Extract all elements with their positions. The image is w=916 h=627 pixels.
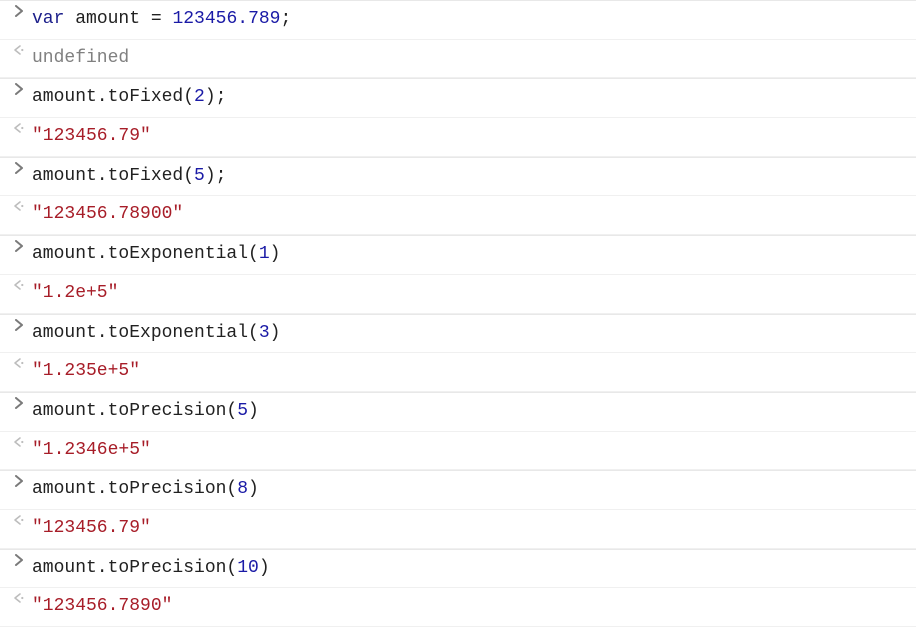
input-prompt-icon xyxy=(6,395,32,409)
code-token: ) xyxy=(248,479,259,499)
code-token: undefined xyxy=(32,48,129,68)
console-output-row: undefined xyxy=(0,40,916,79)
console-output-value: "1.235e+5" xyxy=(32,355,910,389)
console-input-code[interactable]: amount.toFixed(5); xyxy=(32,160,910,194)
code-token: ) xyxy=(248,401,259,421)
console-input-row[interactable]: amount.toPrecision(10) xyxy=(0,549,916,589)
console-input-row[interactable]: amount.toExponential(1) xyxy=(0,235,916,275)
code-token: 5 xyxy=(194,166,205,186)
code-token: ); xyxy=(205,166,227,186)
output-result-icon xyxy=(6,512,32,526)
console-output-row: "1.235e+5" xyxy=(0,353,916,392)
console-output-row: "1.2346e+5" xyxy=(0,432,916,471)
console-input-code[interactable]: amount.toExponential(1) xyxy=(32,238,910,272)
console-input-row[interactable]: amount.toPrecision(8) xyxy=(0,470,916,510)
output-result-icon xyxy=(6,277,32,291)
input-prompt-icon xyxy=(6,160,32,174)
code-token: amount.toFixed( xyxy=(32,87,194,107)
output-result-icon xyxy=(6,355,32,369)
console-output-value: undefined xyxy=(32,42,910,76)
console-output-row: "123456.79" xyxy=(0,118,916,157)
input-prompt-icon xyxy=(6,81,32,95)
code-token: ) xyxy=(259,558,270,578)
code-token: 5 xyxy=(237,401,248,421)
code-token: "1.2346e+5" xyxy=(32,440,151,460)
code-token: = xyxy=(151,9,173,29)
code-token: 2 xyxy=(194,87,205,107)
input-prompt-icon xyxy=(6,238,32,252)
output-result-icon xyxy=(6,198,32,212)
code-token: 3 xyxy=(259,323,270,343)
code-token: amount.toPrecision( xyxy=(32,401,237,421)
input-prompt-icon xyxy=(6,3,32,17)
console-output-row: "1.2e+5" xyxy=(0,275,916,314)
console-output-value: "1.2e+5" xyxy=(32,277,910,311)
code-token: "123456.79" xyxy=(32,126,151,146)
code-token: "123456.79" xyxy=(32,518,151,538)
console-input-code[interactable]: amount.toExponential(3) xyxy=(32,317,910,351)
console-output-value: "1.2346e+5" xyxy=(32,434,910,468)
console-input-row[interactable]: amount.toFixed(5); xyxy=(0,157,916,197)
code-token: "1.2e+5" xyxy=(32,283,118,303)
code-token: amount.toExponential( xyxy=(32,244,259,264)
console-output-row: "123456.7890" xyxy=(0,588,916,627)
console-input-code[interactable]: amount.toPrecision(8) xyxy=(32,473,910,507)
code-token: ; xyxy=(280,9,291,29)
input-prompt-icon xyxy=(6,473,32,487)
input-prompt-icon xyxy=(6,552,32,566)
code-token: amount xyxy=(75,9,151,29)
console-output-value: "123456.79" xyxy=(32,120,910,154)
console-input-row[interactable]: amount.toPrecision(5) xyxy=(0,392,916,432)
code-token: var xyxy=(32,9,75,29)
code-token: "1.235e+5" xyxy=(32,361,140,381)
output-result-icon xyxy=(6,590,32,604)
console-input-code[interactable]: var amount = 123456.789; xyxy=(32,3,910,37)
code-token: "123456.7890" xyxy=(32,596,172,616)
output-result-icon xyxy=(6,434,32,448)
input-prompt-icon xyxy=(6,317,32,331)
console-output-row: "123456.79" xyxy=(0,510,916,549)
console-input-code[interactable]: amount.toFixed(2); xyxy=(32,81,910,115)
console-input-row[interactable]: amount.toFixed(2); xyxy=(0,78,916,118)
code-token: "123456.78900" xyxy=(32,204,183,224)
code-token: ) xyxy=(270,323,281,343)
code-token: ) xyxy=(270,244,281,264)
console-output-value: "123456.78900" xyxy=(32,198,910,232)
code-token: 1 xyxy=(259,244,270,264)
code-token: ); xyxy=(205,87,227,107)
console-input-row[interactable]: var amount = 123456.789; xyxy=(0,0,916,40)
code-token: 123456.789 xyxy=(172,9,280,29)
console-output-value: "123456.7890" xyxy=(32,590,910,624)
console-output-row: "123456.78900" xyxy=(0,196,916,235)
code-token: 8 xyxy=(237,479,248,499)
code-token: amount.toPrecision( xyxy=(32,479,237,499)
console-input-code[interactable]: amount.toPrecision(10) xyxy=(32,552,910,586)
console-input-row[interactable]: amount.toExponential(3) xyxy=(0,314,916,354)
code-token: amount.toExponential( xyxy=(32,323,259,343)
output-result-icon xyxy=(6,120,32,134)
console-output-value: "123456.79" xyxy=(32,512,910,546)
code-token: amount.toPrecision( xyxy=(32,558,237,578)
console-input-code[interactable]: amount.toPrecision(5) xyxy=(32,395,910,429)
output-result-icon xyxy=(6,42,32,56)
code-token: 10 xyxy=(237,558,259,578)
devtools-console[interactable]: var amount = 123456.789; undefined amount.… xyxy=(0,0,916,627)
code-token: amount.toFixed( xyxy=(32,166,194,186)
